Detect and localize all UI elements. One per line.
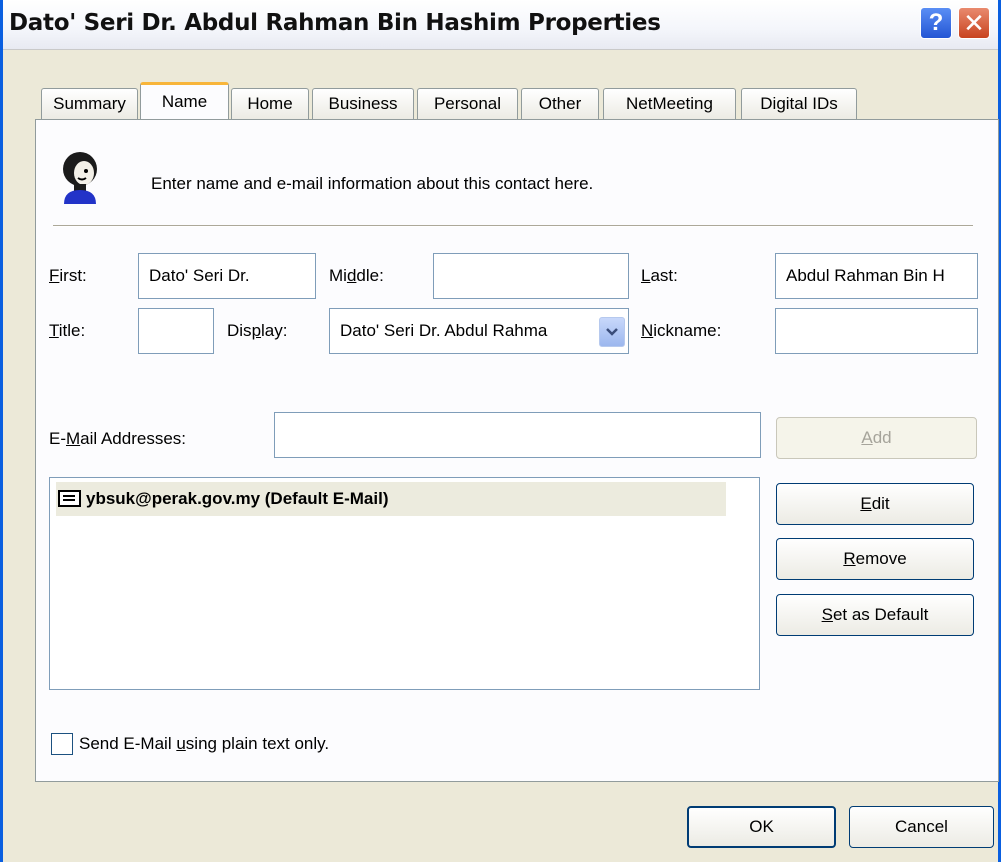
set-as-default-button[interactable]: Set as Default — [776, 594, 974, 636]
chevron-down-icon[interactable] — [599, 317, 625, 347]
contact-person-icon — [63, 152, 97, 204]
properties-window: Dato' Seri Dr. Abdul Rahman Bin Hashim P… — [0, 0, 1001, 862]
add-email-button: Add — [776, 417, 977, 459]
plain-text-label: Send E-Mail using plain text only. — [79, 734, 330, 753]
section-divider — [53, 225, 973, 227]
title-input[interactable] — [138, 308, 214, 354]
plain-text-checkbox[interactable] — [51, 733, 73, 755]
list-item[interactable]: ybsuk@perak.gov.my (Default E-Mail) — [56, 482, 726, 516]
envelope-icon — [58, 490, 81, 507]
intro-text: Enter name and e-mail information about … — [151, 174, 594, 193]
email-addresses-label: E-Mail Addresses: — [49, 429, 187, 448]
ok-button[interactable]: OK — [687, 806, 836, 848]
middle-name-input[interactable] — [433, 253, 629, 299]
email-list[interactable]: ybsuk@perak.gov.my (Default E-Mail) — [49, 477, 760, 690]
nickname-input[interactable] — [775, 308, 978, 354]
edit-button[interactable]: Edit — [776, 483, 974, 525]
display-label: Display: — [227, 321, 288, 340]
email-address-input[interactable] — [274, 412, 761, 458]
display-name-select[interactable]: Dato' Seri Dr. Abdul Rahma — [329, 308, 629, 354]
last-name-input[interactable]: Abdul Rahman Bin H — [775, 253, 978, 299]
remove-button[interactable]: Remove — [776, 538, 974, 580]
last-label: Last: — [641, 266, 678, 285]
nickname-label: Nickname: — [641, 321, 722, 340]
middle-label: Middle: — [329, 266, 384, 285]
title-label: Title: — [49, 321, 86, 340]
email-address-text: ybsuk@perak.gov.my (Default E-Mail) — [86, 489, 389, 508]
display-name-value: Dato' Seri Dr. Abdul Rahma — [340, 321, 548, 340]
first-label: First: — [49, 266, 87, 285]
cancel-button[interactable]: Cancel — [849, 806, 994, 848]
first-name-input[interactable]: Dato' Seri Dr. — [138, 253, 316, 299]
